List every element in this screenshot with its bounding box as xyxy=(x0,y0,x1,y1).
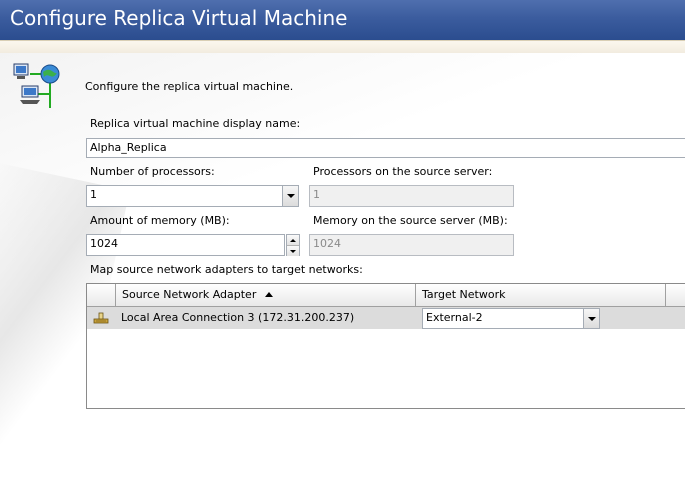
arrow-down-icon xyxy=(290,249,296,253)
processors-label: Number of processors: xyxy=(90,165,215,178)
column-header-target-network[interactable]: Target Network xyxy=(416,284,666,306)
header-icon-column xyxy=(87,284,116,306)
column-header-source-adapter[interactable]: Source Network Adapter xyxy=(116,284,416,306)
chevron-down-icon xyxy=(587,316,596,321)
network-map-grid[interactable]: Source Network Adapter Target Network Lo… xyxy=(86,283,685,409)
page-title: Configure Replica Virtual Machine xyxy=(10,6,348,30)
header-divider xyxy=(0,40,685,53)
target-network-value: External-2 xyxy=(426,311,483,324)
target-network-select[interactable]: External-2 xyxy=(422,308,600,329)
sort-ascending-icon xyxy=(264,292,273,297)
target-network-dropdown-button[interactable] xyxy=(583,309,599,328)
network-map-label: Map source network adapters to target ne… xyxy=(90,263,363,276)
source-memory-field: 1024 xyxy=(309,234,514,256)
memory-spinner[interactable] xyxy=(286,234,300,256)
grid-header: Source Network Adapter Target Network xyxy=(87,284,685,307)
title-bar: Configure Replica Virtual Machine xyxy=(0,0,685,40)
column-header-label: Source Network Adapter xyxy=(122,288,257,301)
processors-value: 1 xyxy=(90,188,97,201)
spin-up-button[interactable] xyxy=(287,235,299,245)
chevron-down-icon xyxy=(286,194,295,198)
spin-down-button[interactable] xyxy=(287,245,299,256)
row-adapter-name: Local Area Connection 3 (172.31.200.237) xyxy=(121,311,355,324)
network-adapter-icon xyxy=(93,312,109,324)
network-globe-icon xyxy=(13,63,60,108)
intro-text: Configure the replica virtual machine. xyxy=(85,80,294,93)
arrow-up-icon xyxy=(290,238,296,242)
processors-select[interactable]: 1 xyxy=(86,185,299,207)
display-name-label: Replica virtual machine display name: xyxy=(90,117,301,130)
processors-dropdown-button[interactable] xyxy=(282,186,298,206)
source-memory-label: Memory on the source server (MB): xyxy=(313,214,508,227)
source-processors-field: 1 xyxy=(309,185,514,207)
memory-label: Amount of memory (MB): xyxy=(90,214,230,227)
column-header-label: Target Network xyxy=(422,288,506,301)
table-row[interactable]: Local Area Connection 3 (172.31.200.237)… xyxy=(87,307,685,329)
memory-input[interactable]: 1024 xyxy=(86,234,285,256)
display-name-input[interactable]: Alpha_Replica xyxy=(86,138,685,158)
source-processors-label: Processors on the source server: xyxy=(313,165,493,178)
